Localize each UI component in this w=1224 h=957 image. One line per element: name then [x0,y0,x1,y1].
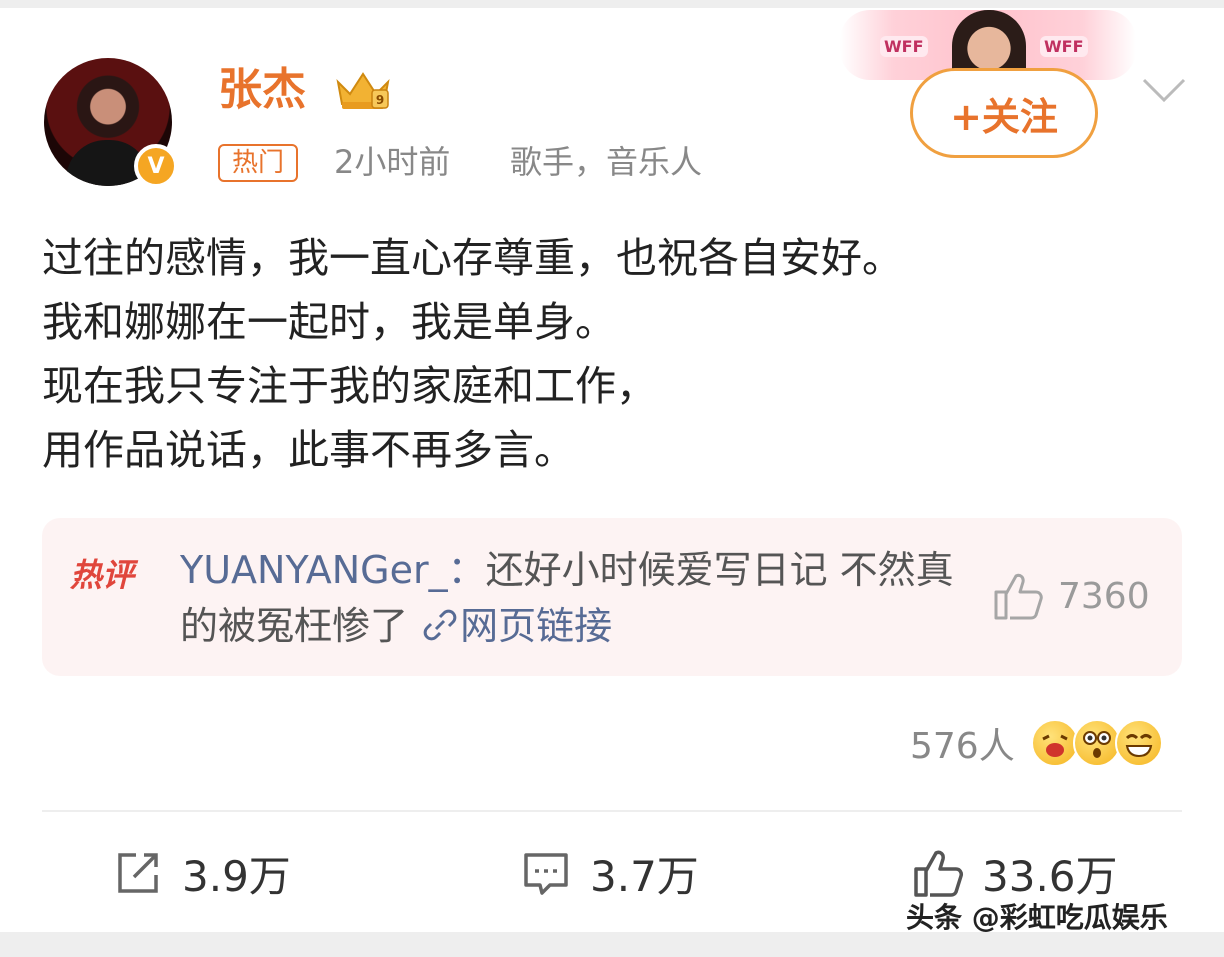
top-divider-bar [0,0,1224,8]
comment-button[interactable]: 3.7万 [520,846,699,901]
banner-badge: WFF [880,36,928,57]
chevron-down-icon[interactable] [1140,76,1188,104]
repost-icon [118,853,158,893]
post-line: 现在我只专注于我的家庭和工作， [42,362,657,410]
banner-badge: WFF [1040,36,1088,57]
post-content: 过往的感情，我一直心存尊重，也祝各自安好。 我和娜娜在一起时，我是单身。 现在我… [42,226,1192,482]
comment-username[interactable]: YUANYANGer_： [180,548,486,592]
reaction-count: 576人 [910,726,1015,767]
like-count: 33.6万 [982,851,1118,901]
repost-count: 3.9万 [182,851,291,901]
post-line: 我和娜娜在一起时，我是单身。 [42,298,616,346]
comment-like-count: 7360 [1058,575,1150,617]
post-time: 2小时前 [334,143,451,181]
author-role: 歌手，音乐人 [510,143,703,181]
bottom-divider-bar [0,932,1224,957]
reaction-summary[interactable]: 576人 [910,716,1163,770]
svg-text:9: 9 [376,93,384,107]
comment-icon [524,853,568,895]
like-button[interactable]: 33.6万 [912,846,1118,901]
source-watermark: 头条 @彩虹吃瓜娱乐 [906,901,1168,934]
web-link[interactable]: 网页链接 [460,604,612,648]
laugh-emoji-icon [1030,719,1079,767]
post-line: 过往的感情，我一直心存尊重，也祝各自安好。 [42,234,903,282]
author-name[interactable]: 张杰 [218,62,306,118]
like-icon [914,850,963,897]
hot-comment-body: YUANYANGer_：还好小时候爱写日记 不然真的被冤枉惨了 网页链接 [180,542,960,654]
repost-button[interactable]: 3.9万 [112,846,291,901]
comment-count: 3.7万 [590,851,699,901]
grin-emoji-icon [1114,719,1163,767]
hot-comment-card[interactable]: 热评 YUANYANGer_：还好小时候爱写日记 不然真的被冤枉惨了 网页链接 … [42,518,1182,676]
link-icon [423,609,457,641]
post-line: 用作品说话，此事不再多言。 [42,426,575,474]
follow-button[interactable]: +关注 [910,68,1098,158]
surprised-emoji-icon [1072,719,1121,767]
hot-comment-label: 热评 [70,556,135,594]
crown-badge-icon[interactable]: 9 [332,66,394,112]
hot-tag: 热门 [218,144,299,182]
divider [42,810,1182,812]
verified-v-icon: V [134,144,178,188]
comment-like-button[interactable]: 7360 [992,570,1150,622]
thumbs-up-icon [994,573,1043,620]
